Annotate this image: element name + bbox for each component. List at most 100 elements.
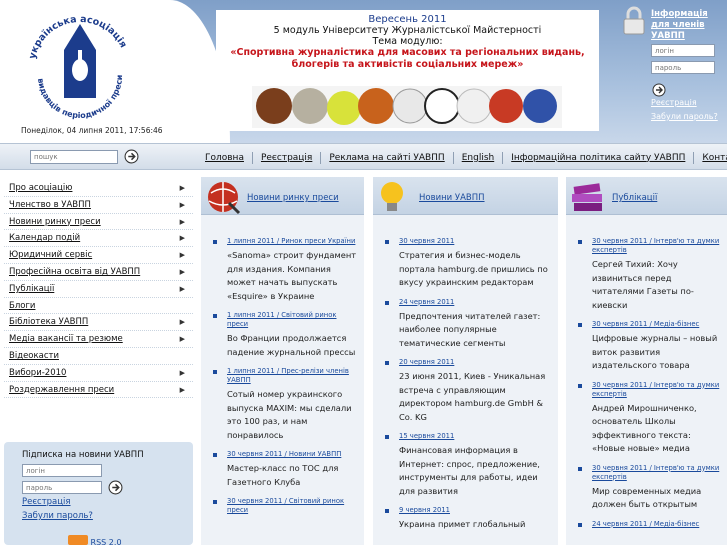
item-text[interactable]: Цифровые журналы – новый виток развития …: [580, 332, 721, 373]
item-text[interactable]: Украина примет глобальный: [387, 518, 552, 532]
sidebar-item[interactable]: Публікації ▶: [4, 281, 193, 298]
rss-link[interactable]: RSS 2.0: [68, 535, 122, 547]
list-item[interactable]: 24 червня 2011 Предпочтения читателей газ…: [385, 298, 552, 351]
header-register-link[interactable]: Реєстрація: [651, 98, 697, 107]
item-text[interactable]: Мир современных медиа должен быть открыт…: [580, 485, 721, 512]
item-text[interactable]: Андрей Мирошниченко, основатель Школы эф…: [580, 402, 721, 456]
item-text[interactable]: «Sanoma» строит фундамент для издания. К…: [215, 249, 358, 303]
rss-label: RSS 2.0: [90, 538, 122, 547]
sidebar-item[interactable]: Юридичний сервіс ▶: [4, 247, 193, 264]
subscribe-password-field[interactable]: [22, 481, 102, 494]
list-item[interactable]: 20 червня 2011 23 июня 2011, Киев - Уника…: [385, 358, 552, 424]
subscribe-go-icon[interactable]: [108, 480, 123, 495]
item-meta[interactable]: 1 липня 2011 / Ринок преси України: [215, 237, 358, 246]
nav-contacts[interactable]: Контакти: [693, 151, 727, 164]
nav-info-policy[interactable]: Інформаційна політика сайту УАВПП: [502, 151, 693, 164]
bullet-icon: [213, 314, 217, 318]
item-meta[interactable]: 30 червня 2011 / Інтерв'ю та думки експе…: [580, 381, 721, 399]
association-logo[interactable]: українська асоціація видавців періодично…: [20, 6, 140, 124]
item-text[interactable]: Финансовая информация в Интернет: спрос,…: [387, 444, 552, 498]
list-item[interactable]: 30 червня 2011 / Медіа-бізнес Цифровые жу…: [578, 320, 721, 373]
sidebar-item-label: Членство в УАВПП: [9, 199, 91, 210]
item-meta[interactable]: 30 червня 2011 / Новини УАВПП: [215, 450, 358, 459]
sidebar-item[interactable]: Календар подій ▶: [4, 230, 193, 248]
list-item[interactable]: 30 червня 2011 / Новини УАВПП Мастер-клас…: [213, 450, 358, 489]
logo-area: українська асоціація видавців періодично…: [0, 0, 168, 143]
sidebar-item-label: Бібліотека УАВПП: [9, 317, 89, 328]
sidebar-item[interactable]: Відеокасти: [4, 348, 193, 365]
sidebar-item[interactable]: Блоги: [4, 298, 193, 315]
subscribe-register-link[interactable]: Реєстрація: [22, 497, 71, 507]
sidebar-item-label: Роздержавлення преси: [9, 384, 115, 395]
sidebar-item[interactable]: Медіа вакансії та резюме ▶: [4, 331, 193, 348]
sidebar-item[interactable]: Членство в УАВПП ▶: [4, 197, 193, 214]
item-meta[interactable]: 9 червня 2011: [387, 506, 552, 515]
sidebar-item[interactable]: Професійна освіта від УАВПП ▶: [4, 264, 193, 281]
member-info-link[interactable]: Інформація для членів УАВПП: [651, 9, 727, 42]
item-text[interactable]: Во Франции продолжается падение журнальн…: [215, 332, 358, 359]
sidebar-item[interactable]: Про асоціацію ▶: [4, 180, 193, 197]
arrow-right-icon: ▶: [179, 368, 185, 377]
column-title[interactable]: Публікації: [612, 193, 657, 203]
promo-banner[interactable]: Вересень 2011 5 модуль Університету Журн…: [216, 10, 599, 131]
item-text[interactable]: 23 июня 2011, Киев - Уникальная встреча …: [387, 370, 552, 424]
nav-advertising[interactable]: Реклама на сайті УАВПП: [320, 151, 452, 164]
sidebar-item[interactable]: Вибори-2010 ▶: [4, 365, 193, 382]
lock-icon: [623, 6, 645, 35]
header-login-field[interactable]: [651, 44, 715, 57]
list-item[interactable]: 30 червня 2011 / Інтерв'ю та думки експе…: [578, 237, 721, 312]
main-nav: Головна Реєстрація Реклама на сайті УАВП…: [197, 144, 727, 171]
column-title[interactable]: Новини ринку преси: [247, 193, 339, 203]
header-forgot-link[interactable]: Забули пароль?: [651, 112, 718, 121]
list-item[interactable]: 1 липня 2011 / Ринок преси України «Sanom…: [213, 237, 358, 303]
arrow-right-icon: ▶: [179, 335, 185, 344]
bullet-icon: [578, 323, 582, 327]
login-go-icon[interactable]: [652, 83, 666, 97]
search-go-icon[interactable]: [124, 149, 139, 164]
item-meta[interactable]: 15 червня 2011: [387, 432, 552, 441]
news-list: 30 червня 2011 Стратегия и бизнес-модель …: [373, 237, 558, 532]
list-item[interactable]: 15 червня 2011 Финансовая информация в Ин…: [385, 432, 552, 498]
subscribe-forgot-link[interactable]: Забули пароль?: [22, 511, 93, 521]
item-meta[interactable]: 30 червня 2011 / Медіа-бізнес: [580, 320, 721, 329]
item-meta[interactable]: 30 червня 2011: [387, 237, 552, 246]
bullet-icon: [213, 240, 217, 244]
bullet-icon: [385, 435, 389, 439]
item-text[interactable]: Предпочтения читателей газет: наиболее п…: [387, 310, 552, 351]
list-item[interactable]: 9 червня 2011 Украина примет глобальный: [385, 506, 552, 532]
item-meta[interactable]: 1 липня 2011 / Прес-релізи членів УАВПП: [215, 367, 358, 385]
nav-english[interactable]: English: [452, 151, 503, 164]
nav-home[interactable]: Головна: [197, 152, 252, 164]
sidebar-item[interactable]: Роздержавлення преси ▶: [4, 382, 193, 399]
sidebar: Про асоціацію ▶ Членство в УАВПП ▶ Новини …: [4, 180, 193, 547]
item-text[interactable]: Мастер-класс по ТОС для Газетного Клуба: [215, 462, 358, 489]
nav-register[interactable]: Реєстрація: [251, 151, 320, 164]
item-text[interactable]: Стратегия и бизнес-модель портала hambur…: [387, 249, 552, 290]
item-meta[interactable]: 24 червня 2011: [387, 298, 552, 307]
item-meta[interactable]: 30 червня 2011 / Інтерв'ю та думки експе…: [580, 237, 721, 255]
list-item[interactable]: 24 червня 2011 / Медіа-бізнес: [578, 520, 721, 529]
sidebar-item-label: Відеокасти: [9, 350, 59, 361]
list-item[interactable]: 1 липня 2011 / Світовий ринок преси Во Фр…: [213, 311, 358, 359]
sidebar-item[interactable]: Новини ринку преси ▶: [4, 214, 193, 231]
column-title[interactable]: Новини УАВПП: [419, 193, 485, 203]
header-password-field[interactable]: [651, 61, 715, 74]
list-item[interactable]: 30 червня 2011 / Інтерв'ю та думки експе…: [578, 464, 721, 512]
item-meta[interactable]: 24 червня 2011 / Медіа-бізнес: [580, 520, 721, 529]
item-meta[interactable]: 20 червня 2011: [387, 358, 552, 367]
list-item[interactable]: 30 червня 2011 / Світовий ринок преси: [213, 497, 358, 515]
search-input[interactable]: [30, 150, 118, 164]
item-meta[interactable]: 30 червня 2011 / Світовий ринок преси: [215, 497, 358, 515]
sidebar-menu: Про асоціацію ▶ Членство в УАВПП ▶ Новини …: [4, 180, 193, 399]
current-date: Понеділок, 04 липня 2011, 17:56:46: [21, 126, 163, 135]
subscribe-login-field[interactable]: [22, 464, 102, 477]
item-text[interactable]: Сотый номер украинского выпуска MAXIM: м…: [215, 388, 358, 442]
rss-icon: [68, 535, 88, 545]
list-item[interactable]: 1 липня 2011 / Прес-релізи членів УАВПП С…: [213, 367, 358, 442]
list-item[interactable]: 30 червня 2011 Стратегия и бизнес-модель …: [385, 237, 552, 290]
list-item[interactable]: 30 червня 2011 / Інтерв'ю та думки експе…: [578, 381, 721, 456]
item-text[interactable]: Сергей Тихий: Хочу извиниться перед чита…: [580, 258, 721, 312]
sidebar-item[interactable]: Бібліотека УАВПП ▶: [4, 314, 193, 332]
item-meta[interactable]: 1 липня 2011 / Світовий ринок преси: [215, 311, 358, 329]
item-meta[interactable]: 30 червня 2011 / Інтерв'ю та думки експе…: [580, 464, 721, 482]
